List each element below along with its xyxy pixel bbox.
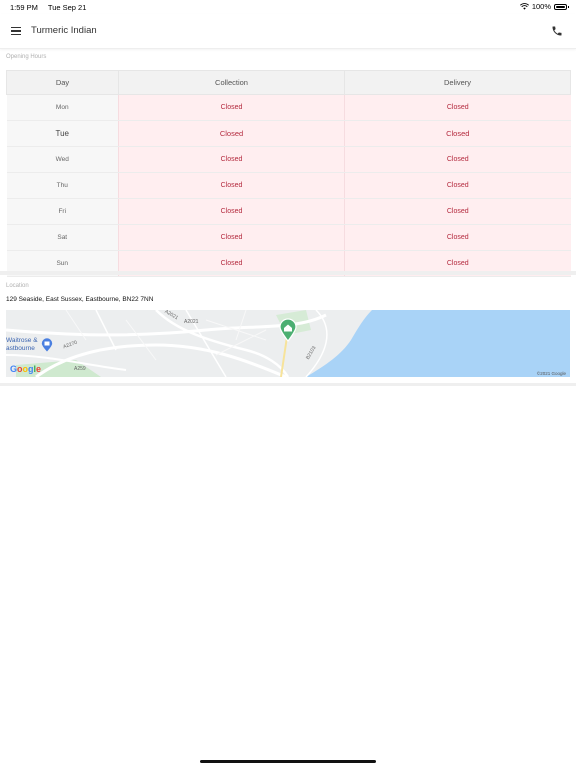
table-row: Tue Closed Closed xyxy=(6,120,571,147)
table-row: Sat Closed Closed xyxy=(6,224,571,251)
collection-status: Closed xyxy=(118,172,345,199)
map-road-label: A2021 xyxy=(184,319,199,325)
status-bar: 1:59 PM Tue Sep 21 100% xyxy=(0,0,576,14)
day-cell: Tue xyxy=(6,120,119,147)
location-map[interactable]: Waitrose & astbourne A2021 A2270 A2021 A… xyxy=(6,310,570,377)
status-time: 1:59 PM xyxy=(10,3,38,12)
home-indicator[interactable] xyxy=(200,760,376,763)
collection-status: Closed xyxy=(118,198,345,225)
day-cell: Sat xyxy=(6,224,119,251)
section-divider xyxy=(0,271,576,275)
day-cell: Mon xyxy=(6,94,119,121)
app-header: Turmeric Indian xyxy=(0,14,576,49)
map-poi-label: Waitrose & astbourne xyxy=(6,337,38,353)
day-cell: Fri xyxy=(6,198,119,225)
wifi-icon xyxy=(519,3,529,10)
battery-icon xyxy=(554,3,569,10)
opening-hours-table: Day Collection Delivery Mon Closed Close… xyxy=(6,70,571,277)
google-logo: Google xyxy=(10,364,42,374)
battery-percent: 100% xyxy=(531,2,551,11)
collection-status: Closed xyxy=(118,224,345,251)
delivery-status: Closed xyxy=(344,94,571,121)
table-header-row: Day Collection Delivery xyxy=(6,70,571,95)
delivery-status: Closed xyxy=(344,120,571,147)
page-title: Turmeric Indian xyxy=(31,25,97,36)
delivery-status: Closed xyxy=(344,224,571,251)
location-label: Location xyxy=(6,283,29,289)
phone-icon[interactable] xyxy=(551,25,563,37)
day-cell: Thu xyxy=(6,172,119,199)
collection-status: Closed xyxy=(118,146,345,173)
column-header-collection: Collection xyxy=(118,70,345,95)
section-divider xyxy=(0,383,576,386)
column-header-day: Day xyxy=(6,70,119,95)
map-poi-label-line2: astbourne xyxy=(6,345,35,352)
status-date: Tue Sep 21 xyxy=(47,3,87,12)
collection-status: Closed xyxy=(118,120,345,147)
restaurant-location-marker-icon[interactable] xyxy=(278,318,298,342)
address-text: 129 Seaside, East Sussex, Eastbourne, BN… xyxy=(6,296,154,303)
table-row: Wed Closed Closed xyxy=(6,146,571,173)
day-cell: Wed xyxy=(6,146,119,173)
map-road-label: A259 xyxy=(74,366,86,372)
delivery-status: Closed xyxy=(344,172,571,199)
battery-fill xyxy=(556,5,565,8)
table-row: Thu Closed Closed xyxy=(6,172,571,199)
hamburger-menu-icon[interactable] xyxy=(11,27,21,36)
delivery-status: Closed xyxy=(344,198,571,225)
map-poi-label-line1: Waitrose & xyxy=(6,337,38,344)
column-header-delivery: Delivery xyxy=(344,70,571,95)
table-row: Fri Closed Closed xyxy=(6,198,571,225)
delivery-status: Closed xyxy=(344,146,571,173)
shopping-bag-icon xyxy=(41,338,53,352)
map-credit: ©2021 Google xyxy=(536,371,566,376)
table-row: Mon Closed Closed xyxy=(6,94,571,121)
collection-status: Closed xyxy=(118,94,345,121)
opening-hours-label: Opening Hours xyxy=(6,54,47,60)
